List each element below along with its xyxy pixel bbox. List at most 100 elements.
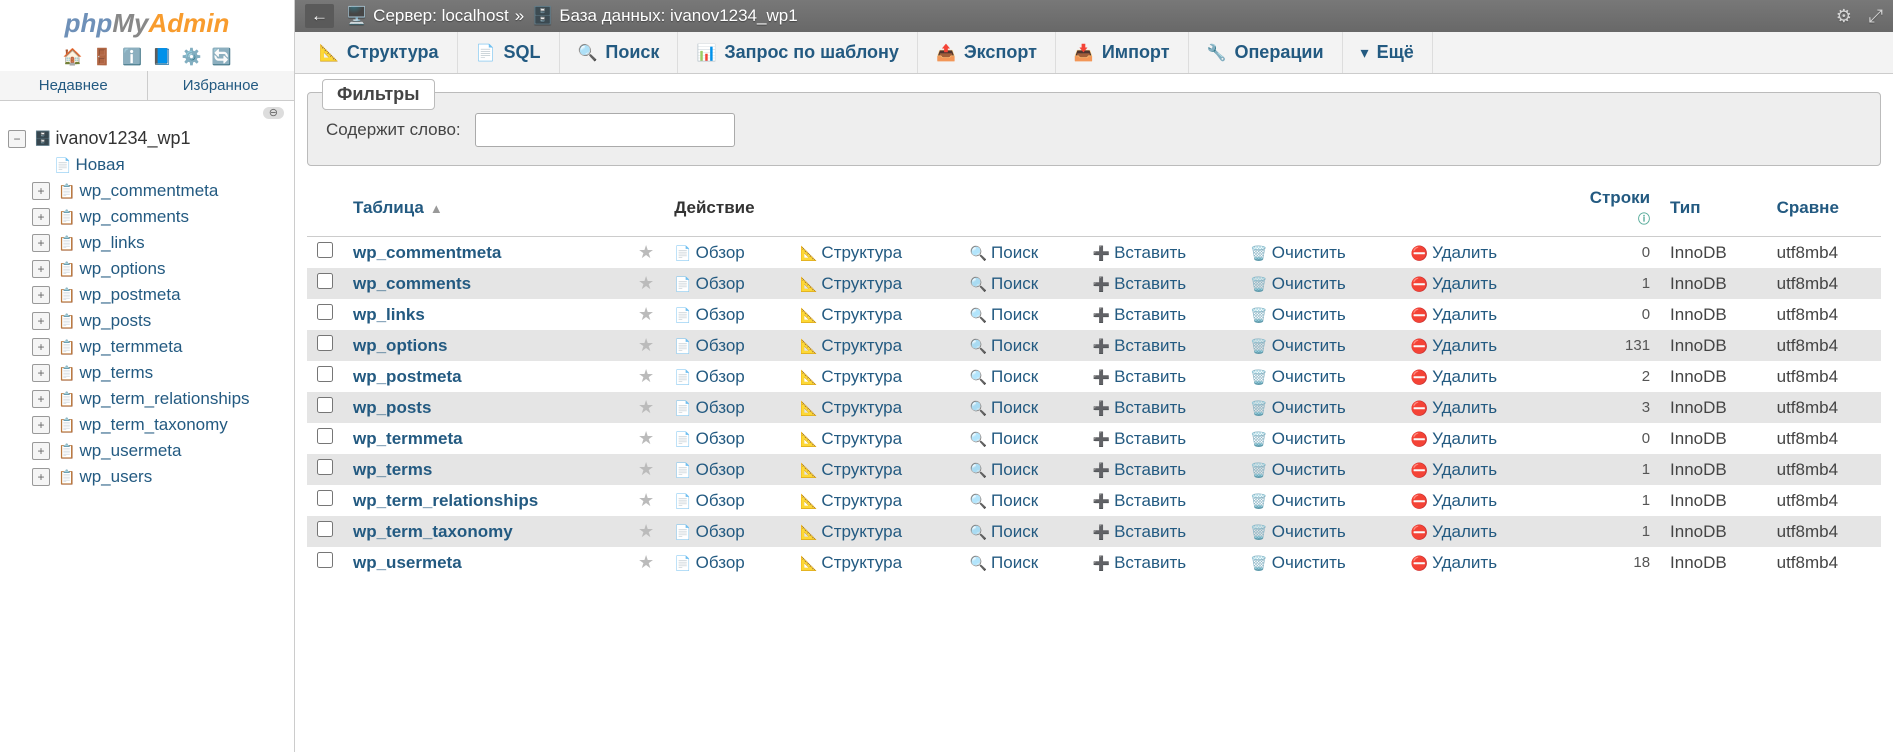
empty-action[interactable]: 🗑️Очистить — [1240, 423, 1400, 454]
insert-action[interactable]: ➕Вставить — [1083, 547, 1241, 578]
insert-action[interactable]: ➕Вставить — [1083, 330, 1241, 361]
search-action[interactable]: 🔍Поиск — [960, 485, 1083, 516]
tab-Запрос по шаблону[interactable]: 📊Запрос по шаблону — [678, 32, 917, 73]
tab-Операции[interactable]: 🔧Операции — [1189, 32, 1343, 73]
star-icon[interactable]: ★ — [638, 366, 654, 386]
drop-action[interactable]: ⛔Удалить — [1401, 299, 1549, 330]
plus-icon[interactable]: + — [32, 442, 50, 460]
table-name[interactable]: wp_termmeta — [343, 423, 628, 454]
insert-action[interactable]: ➕Вставить — [1083, 392, 1241, 423]
search-action[interactable]: 🔍Поиск — [960, 237, 1083, 269]
drop-action[interactable]: ⛔Удалить — [1401, 361, 1549, 392]
browse-action[interactable]: 📄Обзор — [664, 454, 790, 485]
empty-action[interactable]: 🗑️Очистить — [1240, 268, 1400, 299]
browse-action[interactable]: 📄Обзор — [664, 268, 790, 299]
empty-action[interactable]: 🗑️Очистить — [1240, 361, 1400, 392]
logout-icon[interactable]: 🚪 — [92, 49, 112, 66]
star-icon[interactable]: ★ — [638, 428, 654, 448]
browse-action[interactable]: 📄Обзор — [664, 237, 790, 269]
sql-icon[interactable]: 📘 — [152, 49, 172, 66]
structure-action[interactable]: 📐Структура — [790, 547, 960, 578]
table-name[interactable]: wp_term_taxonomy — [343, 516, 628, 547]
insert-action[interactable]: ➕Вставить — [1083, 516, 1241, 547]
drop-action[interactable]: ⛔Удалить — [1401, 454, 1549, 485]
table-name[interactable]: wp_usermeta — [343, 547, 628, 578]
row-checkbox[interactable] — [317, 242, 333, 258]
tree-table-node[interactable]: +📋wp_postmeta — [32, 282, 294, 308]
insert-action[interactable]: ➕Вставить — [1083, 454, 1241, 485]
drop-action[interactable]: ⛔Удалить — [1401, 485, 1549, 516]
table-name[interactable]: wp_options — [343, 330, 628, 361]
structure-action[interactable]: 📐Структура — [790, 485, 960, 516]
drop-action[interactable]: ⛔Удалить — [1401, 547, 1549, 578]
search-action[interactable]: 🔍Поиск — [960, 423, 1083, 454]
crumb-db-value[interactable]: ivanov1234_wp1 — [670, 6, 798, 26]
search-action[interactable]: 🔍Поиск — [960, 547, 1083, 578]
plus-icon[interactable]: + — [32, 260, 50, 278]
tree-new-table[interactable]: 📄 Новая — [32, 152, 294, 178]
browse-action[interactable]: 📄Обзор — [664, 516, 790, 547]
search-action[interactable]: 🔍Поиск — [960, 516, 1083, 547]
tree-table-node[interactable]: +📋wp_terms — [32, 360, 294, 386]
star-icon[interactable]: ★ — [638, 273, 654, 293]
reload-icon[interactable]: 🔄 — [212, 49, 232, 66]
col-collation[interactable]: Сравне — [1767, 180, 1881, 237]
minus-icon[interactable]: − — [8, 130, 26, 148]
tree-table-node[interactable]: +📋wp_term_taxonomy — [32, 412, 294, 438]
collapse-panel-icon[interactable]: ← — [305, 4, 334, 28]
browse-action[interactable]: 📄Обзор — [664, 547, 790, 578]
plus-icon[interactable]: + — [32, 312, 50, 330]
col-table[interactable]: Таблица▲ — [343, 180, 628, 237]
row-checkbox[interactable] — [317, 459, 333, 475]
collapse-tree-icon[interactable]: ⊖ — [263, 107, 284, 119]
search-action[interactable]: 🔍Поиск — [960, 454, 1083, 485]
tree-db-node[interactable]: − 🗄️ ivanov1234_wp1 — [8, 125, 294, 152]
tab-recent[interactable]: Недавнее — [0, 71, 148, 100]
tab-Структура[interactable]: 📐Структура — [301, 32, 458, 73]
empty-action[interactable]: 🗑️Очистить — [1240, 330, 1400, 361]
structure-action[interactable]: 📐Структура — [790, 392, 960, 423]
empty-action[interactable]: 🗑️Очистить — [1240, 516, 1400, 547]
row-checkbox[interactable] — [317, 397, 333, 413]
empty-action[interactable]: 🗑️Очистить — [1240, 237, 1400, 269]
settings-icon[interactable]: ⚙️ — [182, 49, 202, 66]
row-checkbox[interactable] — [317, 273, 333, 289]
structure-action[interactable]: 📐Структура — [790, 361, 960, 392]
help-icon[interactable]: ⓘ — [1638, 212, 1650, 226]
tab-Ещё[interactable]: ▾Ещё — [1343, 32, 1433, 73]
plus-icon[interactable]: + — [32, 234, 50, 252]
tree-table-node[interactable]: +📋wp_links — [32, 230, 294, 256]
insert-action[interactable]: ➕Вставить — [1083, 361, 1241, 392]
tab-favorite[interactable]: Избранное — [148, 71, 295, 100]
star-icon[interactable]: ★ — [638, 459, 654, 479]
row-checkbox[interactable] — [317, 366, 333, 382]
empty-action[interactable]: 🗑️Очистить — [1240, 299, 1400, 330]
structure-action[interactable]: 📐Структура — [790, 268, 960, 299]
table-name[interactable]: wp_commentmeta — [343, 237, 628, 269]
col-type[interactable]: Тип — [1660, 180, 1767, 237]
structure-action[interactable]: 📐Структура — [790, 330, 960, 361]
tree-table-node[interactable]: +📋wp_options — [32, 256, 294, 282]
table-name[interactable]: wp_term_relationships — [343, 485, 628, 516]
structure-action[interactable]: 📐Структура — [790, 423, 960, 454]
home-icon[interactable]: 🏠 — [63, 49, 83, 66]
star-icon[interactable]: ★ — [638, 397, 654, 417]
browse-action[interactable]: 📄Обзор — [664, 330, 790, 361]
search-action[interactable]: 🔍Поиск — [960, 299, 1083, 330]
row-checkbox[interactable] — [317, 552, 333, 568]
crumb-server-value[interactable]: localhost — [442, 6, 509, 26]
drop-action[interactable]: ⛔Удалить — [1401, 330, 1549, 361]
row-checkbox[interactable] — [317, 335, 333, 351]
insert-action[interactable]: ➕Вставить — [1083, 423, 1241, 454]
drop-action[interactable]: ⛔Удалить — [1401, 392, 1549, 423]
tree-table-node[interactable]: +📋wp_comments — [32, 204, 294, 230]
structure-action[interactable]: 📐Структура — [790, 516, 960, 547]
row-checkbox[interactable] — [317, 304, 333, 320]
browse-action[interactable]: 📄Обзор — [664, 299, 790, 330]
structure-action[interactable]: 📐Структура — [790, 454, 960, 485]
tree-table-node[interactable]: +📋wp_termmeta — [32, 334, 294, 360]
empty-action[interactable]: 🗑️Очистить — [1240, 454, 1400, 485]
plus-icon[interactable]: + — [32, 286, 50, 304]
star-icon[interactable]: ★ — [638, 521, 654, 541]
star-icon[interactable]: ★ — [638, 552, 654, 572]
